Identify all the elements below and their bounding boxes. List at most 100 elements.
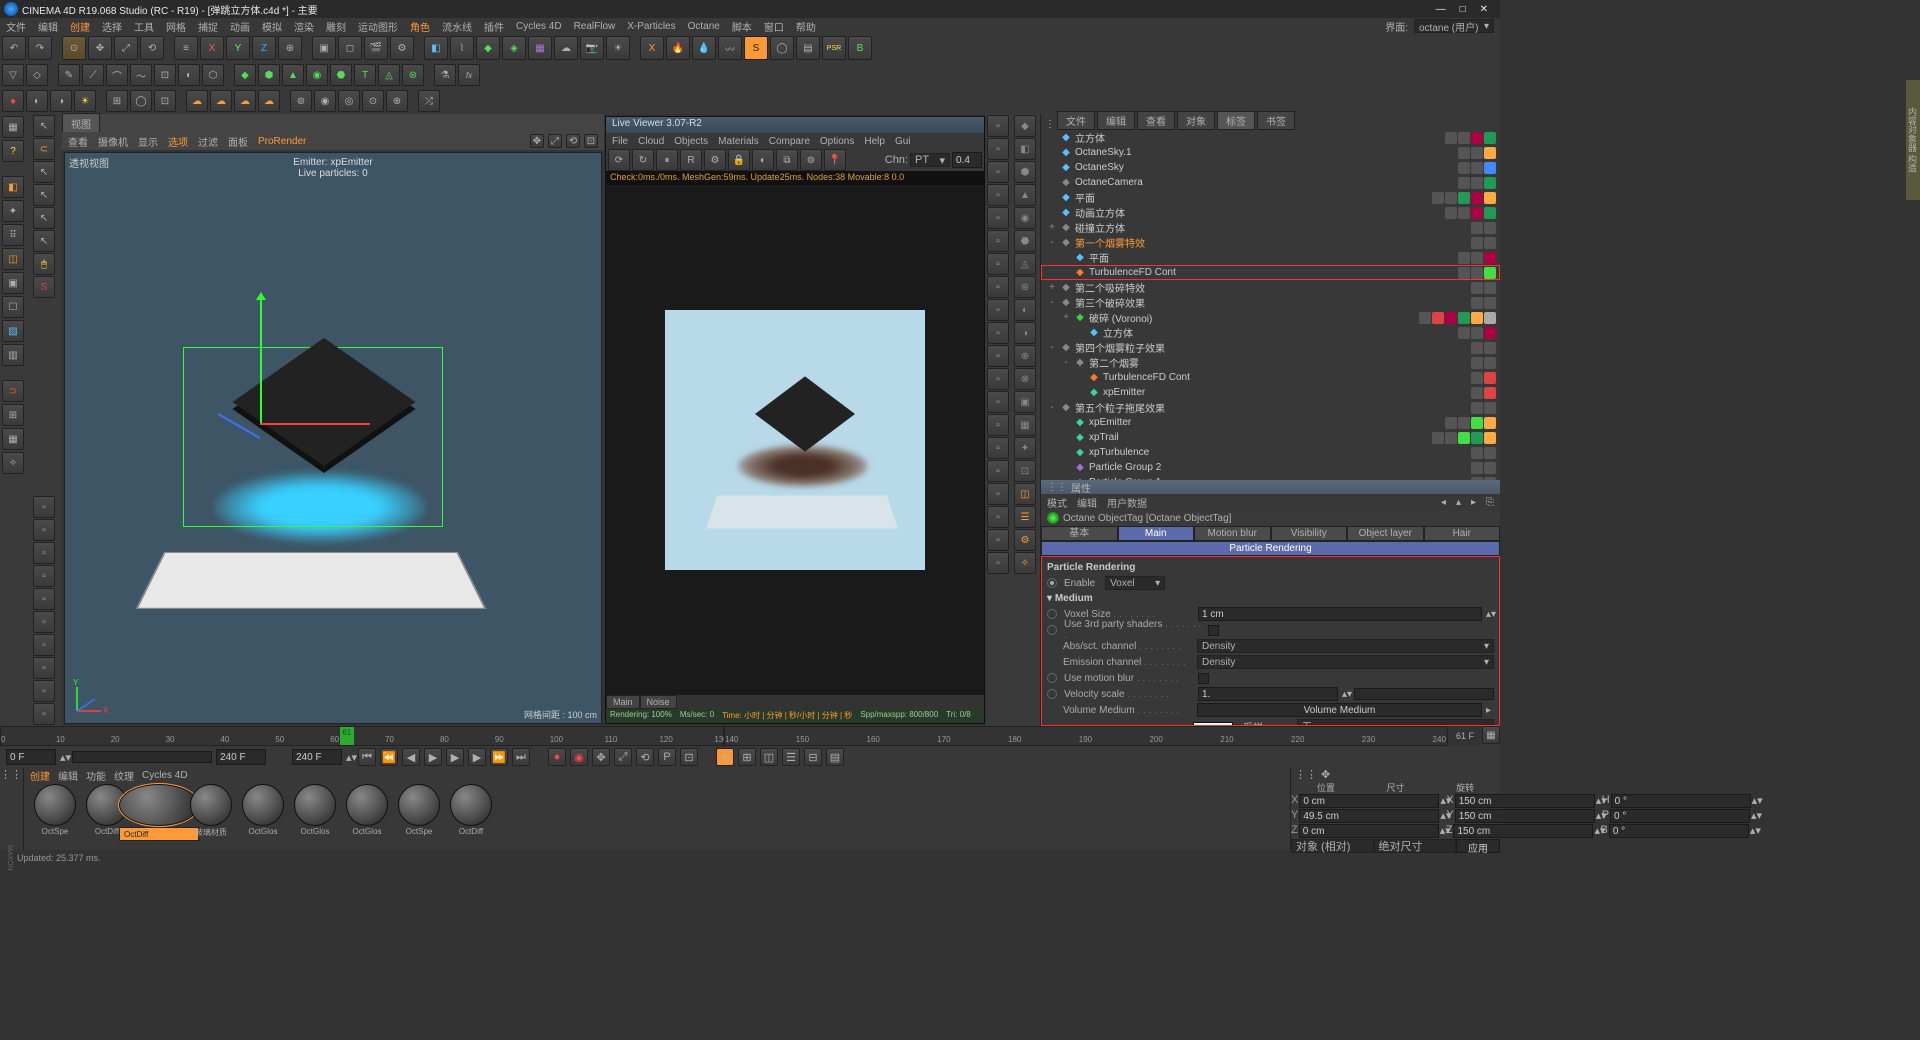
snap-button[interactable]: ⊞ xyxy=(2,404,24,426)
palette-icon[interactable]: ⊛ xyxy=(1014,276,1036,298)
s-tool[interactable]: S xyxy=(33,276,55,298)
attr-tab[interactable]: 基本 xyxy=(1041,526,1118,541)
volmed-button[interactable]: Volume Medium xyxy=(1197,703,1482,717)
tb2-15[interactable]: ⊛ xyxy=(402,64,424,86)
material-item[interactable]: 玻璃材质 xyxy=(186,784,236,848)
menu-item[interactable]: 运动图形 xyxy=(358,19,398,34)
help-icon[interactable]: ? xyxy=(2,140,24,162)
palette-icon[interactable]: ⊕ xyxy=(1014,345,1036,367)
menu-item[interactable]: 角色 xyxy=(410,19,430,34)
lv-menu[interactable]: Materials xyxy=(718,136,759,147)
lv-settings[interactable]: ⚙ xyxy=(704,149,726,171)
palette-icon[interactable]: ▫ xyxy=(987,345,1009,367)
deformer-button[interactable]: ▦ xyxy=(528,36,552,60)
mat-tab[interactable]: 创建 xyxy=(30,768,50,783)
magnet-button[interactable]: ⊃ xyxy=(2,380,24,402)
menu-item[interactable]: Octane xyxy=(688,21,720,32)
attr-tab[interactable]: Hair xyxy=(1424,526,1501,541)
material-item[interactable]: OctGlos xyxy=(238,784,288,848)
next-key[interactable]: ⏩ xyxy=(490,748,508,766)
menu-item[interactable]: 渲染 xyxy=(294,19,314,34)
tb3-10[interactable]: ⊕ xyxy=(386,90,408,112)
menu-item[interactable]: 脚本 xyxy=(732,19,752,34)
tb3-7[interactable]: ◉ xyxy=(314,90,336,112)
axis-y-button[interactable]: Y xyxy=(226,36,250,60)
sun-button[interactable]: ☀ xyxy=(74,90,96,112)
tree-row[interactable]: ◆ xpTrail xyxy=(1041,430,1500,445)
tc2[interactable]: ▫ xyxy=(33,519,55,541)
view-menu[interactable]: 摄像机 xyxy=(98,134,128,149)
lv-canvas[interactable] xyxy=(606,185,984,695)
palette-icon[interactable]: ✧ xyxy=(1014,552,1036,574)
3rd-checkbox[interactable] xyxy=(1208,625,1219,636)
lv-refresh[interactable]: ⟳ xyxy=(608,149,630,171)
expand-icon[interactable]: - xyxy=(1061,357,1071,368)
tree-row[interactable]: ◆ 立方体 xyxy=(1041,130,1500,145)
coord-apply[interactable]: 应用 xyxy=(1456,839,1500,853)
axis-x-button[interactable]: X xyxy=(200,36,224,60)
menu-item[interactable]: 编辑 xyxy=(38,19,58,34)
render-pv-button[interactable]: 🎬 xyxy=(364,36,388,60)
pb-extra1[interactable]: ✦ xyxy=(716,748,734,766)
lv-menu[interactable]: Cloud xyxy=(638,136,664,147)
prev-frame[interactable]: ◀ xyxy=(402,748,420,766)
view-menu[interactable]: 选项 xyxy=(168,134,188,149)
tb3-3[interactable]: ⊞ xyxy=(106,90,128,112)
lv-tab-main[interactable]: Main xyxy=(606,695,640,709)
axis-z-button[interactable]: Z xyxy=(252,36,276,60)
palette-icon[interactable]: ▫ xyxy=(987,322,1009,344)
takes-button[interactable]: ▤ xyxy=(796,36,820,60)
palette-icon[interactable]: ⊡ xyxy=(1014,460,1036,482)
material-item[interactable]: OctSpe xyxy=(394,784,444,848)
tb2-10[interactable]: ⬢ xyxy=(258,64,280,86)
coord-rot[interactable] xyxy=(1611,794,1751,808)
view-menu[interactable]: 面板 xyxy=(228,134,248,149)
range-slider-l[interactable] xyxy=(72,751,212,763)
palette-icon[interactable]: ▫ xyxy=(987,552,1009,574)
attr-tab[interactable]: Motion blur xyxy=(1194,526,1271,541)
palette-icon[interactable]: ◬ xyxy=(1014,253,1036,275)
perspective-viewport[interactable]: 透视视图 Emitter: xpEmitterLive particles: 0… xyxy=(64,152,602,724)
menu-item[interactable]: RealFlow xyxy=(574,21,616,32)
palette-icon[interactable]: ▫ xyxy=(987,529,1009,551)
frame-end-l[interactable]: 240 F xyxy=(216,749,266,765)
rf2-button[interactable]: 〰 xyxy=(718,36,742,60)
tree-row[interactable]: + ◆ 第二个吸碎特效 xyxy=(1041,280,1500,295)
text-button[interactable]: T xyxy=(354,64,376,86)
lv-pin[interactable]: 📍 xyxy=(824,149,846,171)
tree-row[interactable]: ◆ xpTurbulence xyxy=(1041,445,1500,460)
palette-icon[interactable]: ▫ xyxy=(987,437,1009,459)
palette-icon[interactable]: ▫ xyxy=(987,506,1009,528)
tb3-5[interactable]: ⊡ xyxy=(154,90,176,112)
tc8[interactable]: ▫ xyxy=(33,657,55,679)
rf-button[interactable]: 💧 xyxy=(692,36,716,60)
material-item[interactable]: OctDiff xyxy=(134,784,184,848)
poly-mode[interactable]: ▣ xyxy=(2,272,24,294)
expand-icon[interactable]: - xyxy=(1047,402,1057,413)
palette-icon[interactable]: ▫ xyxy=(987,368,1009,390)
palette-icon[interactable]: ▫ xyxy=(987,230,1009,252)
tree-row[interactable]: ◆ xpEmitter xyxy=(1041,385,1500,400)
palette-icon[interactable]: ⬢ xyxy=(1014,161,1036,183)
maximize-button[interactable]: □ xyxy=(1460,4,1466,15)
timeline[interactable]: 610102030405060708090100110120130 140150… xyxy=(0,726,1500,746)
lv-clay[interactable]: ◐ xyxy=(752,149,774,171)
view-menu[interactable]: 显示 xyxy=(138,134,158,149)
coord-size[interactable] xyxy=(1455,809,1595,823)
vel-radio[interactable] xyxy=(1047,689,1057,699)
workplane-mode[interactable]: ▥ xyxy=(2,344,24,366)
menu-item[interactable]: 文件 xyxy=(6,19,26,34)
coord-mode1[interactable]: 对象 (相对) xyxy=(1291,839,1374,853)
object-mode[interactable]: ◧ xyxy=(2,176,24,198)
tb2-5[interactable]: 〜 xyxy=(130,64,152,86)
redo-button[interactable]: ↷ xyxy=(28,36,52,60)
abs-select[interactable]: Density▾ xyxy=(1197,639,1494,653)
voxel-input[interactable] xyxy=(1198,607,1482,621)
tree-row[interactable]: ◆ TurbulenceFD Cont xyxy=(1041,265,1500,280)
uv-mode[interactable]: ☐ xyxy=(2,296,24,318)
tb3-9[interactable]: ⊙ xyxy=(362,90,384,112)
guide-button[interactable]: ✧ xyxy=(2,452,24,474)
vp-nav4[interactable]: ⊡ xyxy=(584,134,598,148)
arrow5-tool[interactable]: ↖ xyxy=(33,230,55,252)
shuffle-button[interactable]: ⤮ xyxy=(418,90,440,112)
